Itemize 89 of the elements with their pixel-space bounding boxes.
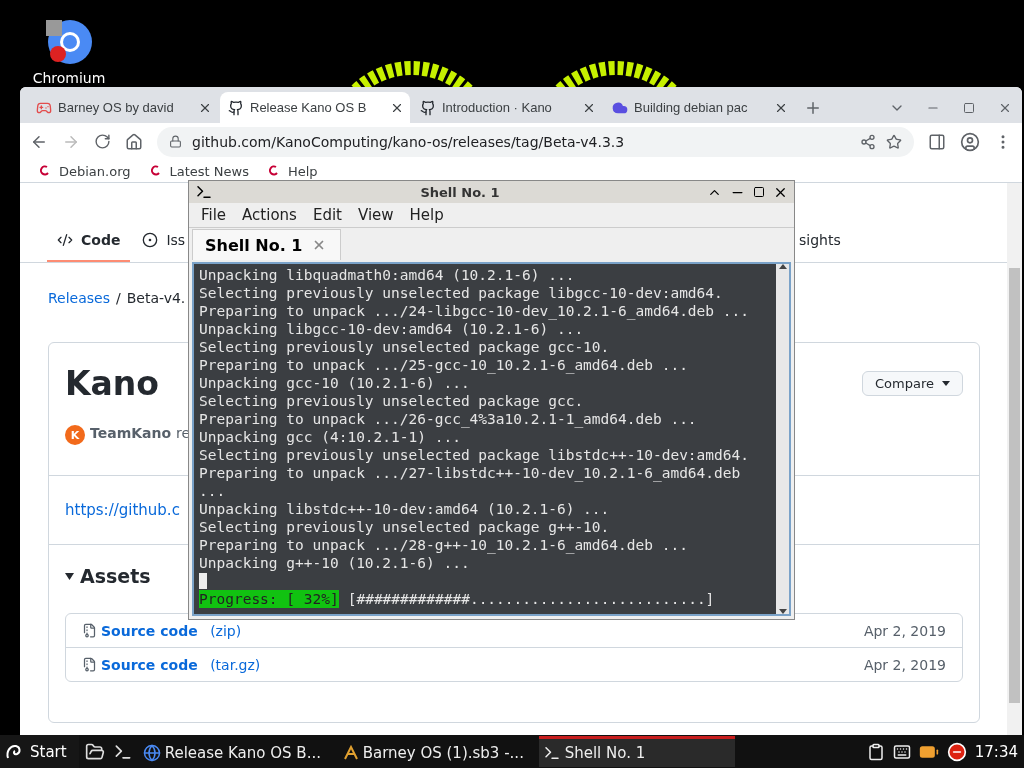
terminal-line: Unpacking gcc-10 (10.2.1-6) ... <box>199 374 471 392</box>
profile-icon[interactable] <box>960 131 980 152</box>
bookmark-link[interactable]: Debian.org <box>38 163 131 179</box>
terminal-line: Unpacking libgcc-10-dev:amd64 (10.2.1-6) ... <box>199 320 585 338</box>
terminal-line: Unpacking g++-10 (10.2.1-6) ... <box>199 554 471 572</box>
share-icon[interactable] <box>860 133 876 150</box>
scrollbar[interactable] <box>1007 183 1022 735</box>
caret-icon <box>942 380 950 386</box>
breadcrumb-current: Beta-v4. <box>126 290 186 306</box>
terminal-line: Preparing to unpack .../28-g++-10_10.2.1-6_amd64.deb ... <box>199 536 689 554</box>
terminal-icon <box>195 183 213 201</box>
terminal-tab[interactable]: Shell No. 1 <box>192 229 342 260</box>
home-icon[interactable] <box>125 132 143 151</box>
github-icon <box>228 99 244 116</box>
address-bar[interactable]: github.com/KanoComputing/kano-os/releases/tag/Beta-v4.3.3 <box>157 126 914 157</box>
terminal-line: Selecting previously unselected package g++-10. <box>199 518 611 536</box>
assets-heading[interactable]: Assets <box>65 565 151 587</box>
avatar: K <box>65 425 85 445</box>
desktop-icon-label[interactable]: Chromium <box>32 70 106 86</box>
menu-item[interactable]: Actions <box>242 206 297 224</box>
repo-nav-tab[interactable]: Code <box>47 219 131 262</box>
menu-item[interactable]: Edit <box>312 206 342 224</box>
menu-item[interactable]: File <box>201 206 227 224</box>
terminal-line: Unpacking gcc (4:10.2.1-1) ... <box>199 428 462 446</box>
zip-file-icon <box>82 623 97 638</box>
bookmark-link[interactable]: Latest News <box>148 163 249 179</box>
asset-date: Apr 2, 2019 <box>863 622 946 639</box>
release-link[interactable]: https://github.c <box>65 501 180 519</box>
repo-nav-tab[interactable]: Iss <box>142 219 186 262</box>
folder-icon[interactable] <box>84 741 105 762</box>
window-title: Shell No. 1 <box>419 184 501 200</box>
progress-label: Progress: [ 32%] <box>199 590 339 608</box>
author-name[interactable]: TeamKano <box>90 425 172 441</box>
github-icon <box>420 99 436 116</box>
terminal-line: Preparing to unpack .../25-gcc-10_10.2.1-6_amd64.deb ... <box>199 356 689 374</box>
terminal-icon <box>542 744 561 762</box>
terminal-line: Selecting previously unselected package libstdc++-10-dev:amd64. <box>199 446 750 464</box>
start-button[interactable]: Start <box>0 735 79 768</box>
progress-bar-text: [#############...........................] <box>347 590 715 608</box>
breadcrumb-separator: / <box>116 290 121 306</box>
terminal-line: Preparing to unpack .../24-libgcc-10-dev_10.2.1-6_amd64.deb ... <box>199 302 750 320</box>
lock-icon <box>169 135 182 148</box>
issue-icon <box>142 231 159 248</box>
terminal-scrollbar[interactable] <box>776 264 789 614</box>
browser-tab[interactable]: Introduction · Kano <box>412 92 602 123</box>
zip-file-icon <box>82 657 97 672</box>
asset-link[interactable]: Source code (zip) <box>82 622 242 639</box>
terminal-line: Unpacking libstdc++-10-dev:amd64 (10.2.1-6) ... <box>199 500 611 518</box>
reload-icon[interactable] <box>94 133 111 150</box>
breadcrumb-link[interactable]: Releases <box>48 290 110 306</box>
swirl-icon <box>267 164 281 178</box>
terminal-line: Preparing to unpack .../27-libstdc++-10-dev_10.2.1-6_amd64.deb <box>199 464 742 482</box>
browser-tab[interactable]: Release Kano OS B <box>220 92 410 123</box>
bookmark-link[interactable]: Help <box>267 163 318 179</box>
release-title: Kano <box>65 363 159 403</box>
code-icon <box>57 231 73 248</box>
triangle-icon <box>65 572 74 580</box>
browser-tab[interactable]: Building debian pac <box>604 92 794 123</box>
taskbar-task[interactable]: Barney OS (1).sb3 -... <box>338 736 535 767</box>
clipboard-icon[interactable] <box>866 742 885 761</box>
maximize-icon[interactable] <box>753 186 765 198</box>
terminal-line: Selecting previously unselected package libgcc-10-dev:amd64. <box>199 284 724 302</box>
clock: 17:34 <box>974 742 1018 761</box>
text-cursor <box>199 573 207 589</box>
menu-item[interactable]: View <box>357 206 394 224</box>
menu-item[interactable]: Help <box>409 206 444 224</box>
swirl-icon <box>148 164 163 178</box>
no-entry-icon[interactable] <box>946 741 967 762</box>
asset-link[interactable]: Source code (tar.gz) <box>82 656 261 673</box>
taskbar-task[interactable]: Shell No. 1 <box>538 736 735 767</box>
asset-date: Apr 2, 2019 <box>863 656 946 673</box>
keyboard-icon[interactable] <box>892 742 911 761</box>
terminal-line: Preparing to unpack .../26-gcc_4%3a10.2.1-1_amd64.deb ... <box>199 410 698 428</box>
browser-icon[interactable] <box>44 18 94 66</box>
compare-button[interactable]: Compare <box>862 370 963 396</box>
side-panel-icon[interactable] <box>928 132 946 151</box>
terminal-line: Unpacking libquadmath0:amd64 (10.2.1-6) ... <box>199 266 576 284</box>
swirl-icon <box>38 164 52 178</box>
terminal-line: Selecting previously unselected package gcc. <box>199 392 585 410</box>
terminal-line: Selecting previously unselected package gcc-10. <box>199 338 611 356</box>
repo-nav-tab[interactable]: sights <box>797 219 843 262</box>
scroll-down-icon[interactable] <box>778 609 787 614</box>
taskbar-task[interactable]: Release Kano OS B... <box>138 736 335 767</box>
terminal-line: ... <box>199 482 227 500</box>
bookmark-star-icon[interactable] <box>886 133 902 150</box>
globe-icon <box>142 744 161 762</box>
scroll-up-icon[interactable] <box>778 264 787 269</box>
browser-tab[interactable]: Barney OS by david <box>28 92 218 123</box>
letter-a-icon <box>342 745 359 761</box>
